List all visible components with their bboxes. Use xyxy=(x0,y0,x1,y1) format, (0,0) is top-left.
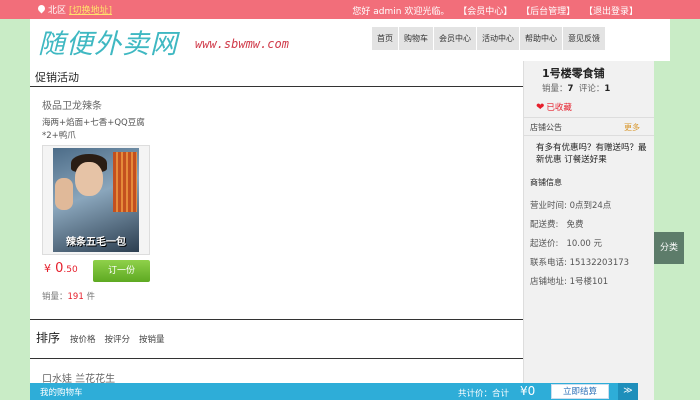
main-content: 促销活动 极品卫龙辣条 海两+焰面+七香+QQ豆腐*2+鸭爪 辣条五毛一包 ¥ … xyxy=(30,61,523,400)
promo-item-name[interactable]: 极品卫龙辣条 xyxy=(42,97,102,112)
info-min-order: 起送价: 10.00 元 xyxy=(530,237,602,249)
info-value: 0点到24点 xyxy=(569,201,612,211)
info-label: 配送费: xyxy=(530,220,559,230)
main-nav: 首页 购物车 会员中心 活动中心 帮助中心 意见反馈 xyxy=(372,27,605,50)
member-center-link[interactable]: 【会员中心】 xyxy=(458,7,512,17)
nav-home[interactable]: 首页 xyxy=(372,27,398,50)
sort-by-sales[interactable]: 按销量 xyxy=(139,333,165,345)
promo-item-image[interactable]: 辣条五毛一包 xyxy=(42,145,150,255)
nav-cart[interactable]: 购物车 xyxy=(398,27,433,50)
location-pin-icon xyxy=(38,5,45,14)
sort-by-price[interactable]: 按价格 xyxy=(70,333,96,345)
info-label: 联系电话: xyxy=(530,258,567,268)
info-delivery-fee: 配送费: 免费 xyxy=(530,218,584,230)
nav-member-center[interactable]: 会员中心 xyxy=(433,27,476,50)
photo-hand xyxy=(55,178,73,210)
current-location: 北区 xyxy=(48,6,67,16)
divider xyxy=(30,319,523,320)
top-bar: 北区 [切换地址] 您好 admin 欢迎光临。 【会员中心】 【后台管理】 【… xyxy=(0,0,700,19)
expand-cart-icon[interactable]: ≫ xyxy=(618,383,638,400)
nav-feedback[interactable]: 意见反馈 xyxy=(562,27,605,50)
shop-sales-label: 销量： xyxy=(542,84,568,94)
section-title: 促销活动 xyxy=(35,71,79,84)
cart-bar: 我的购物车 共计价：合计 ¥0 立即结算 ≫ xyxy=(30,383,638,400)
currency-symbol: ¥ xyxy=(44,262,51,275)
notice-label: 店铺公告 xyxy=(530,123,562,132)
sales-count: 191 xyxy=(67,292,84,302)
info-label: 营业时间: xyxy=(530,201,567,211)
photo-face xyxy=(75,162,103,196)
info-value: 免费 xyxy=(566,220,584,230)
logout-link[interactable]: 【退出登录】 xyxy=(584,7,638,17)
cart-total: ¥0 xyxy=(520,384,536,398)
location-area: 北区 [切换地址] xyxy=(38,3,112,16)
nav-activity-center[interactable]: 活动中心 xyxy=(476,27,519,50)
info-value: 1号楼101 xyxy=(569,277,609,287)
info-label: 起送价: xyxy=(530,239,559,249)
promo-item-desc: 海两+焰面+七香+QQ豆腐*2+鸭爪 xyxy=(42,118,145,141)
sort-label: 排序 xyxy=(36,331,61,345)
cart-total-label: 共计价：合计 xyxy=(458,389,510,399)
info-value: 10.00 元 xyxy=(566,239,603,249)
info-phone: 联系电话: 15132203173 xyxy=(530,256,629,268)
sales-label: 销量： xyxy=(42,292,68,302)
divider xyxy=(524,117,654,118)
shop-sidebar: 1号楼零食铺 销量：7 评论：1 ❤ 已收藏 店铺公告 更多 有多有优惠吗？有赠… xyxy=(523,61,654,400)
divider xyxy=(524,135,654,136)
product-photo: 辣条五毛一包 xyxy=(53,148,139,252)
heart-icon: ❤ xyxy=(536,101,545,113)
promo-sales: 销量：191 件 xyxy=(42,290,95,302)
favorite-button[interactable]: ❤ 已收藏 xyxy=(536,101,572,114)
header: 随便外卖网 www.sbwmw.com 首页 购物车 会员中心 活动中心 帮助中… xyxy=(30,19,670,61)
info-hours: 营业时间: 0点到24点 xyxy=(530,199,611,211)
shop-stats: 销量：7 评论：1 xyxy=(542,82,610,94)
price-decimal: .50 xyxy=(63,265,78,275)
divider xyxy=(30,86,523,87)
promo-price: ¥ 0.50 xyxy=(44,261,78,276)
order-one-button[interactable]: 订一份 xyxy=(93,260,150,282)
sort-bar: 排序 按价格 按评分 按销量 xyxy=(36,329,174,346)
favorite-label: 已收藏 xyxy=(546,103,572,113)
nav-help-center[interactable]: 帮助中心 xyxy=(519,27,562,50)
divider xyxy=(30,358,523,359)
site-domain: www.sbwmw.com xyxy=(195,37,289,51)
shop-info-title: 商铺信息 xyxy=(530,178,562,187)
shop-sales: 7 xyxy=(567,84,574,94)
site-logo[interactable]: 随便外卖网 xyxy=(38,22,178,61)
info-label: 店铺地址: xyxy=(530,277,567,287)
notice-text: 有多有优惠吗？有赠送吗？最新优惠 订餐送好果 xyxy=(536,143,647,165)
photo-snack xyxy=(113,152,137,212)
notice-more-link[interactable]: 更多 xyxy=(624,122,640,133)
checkout-button[interactable]: 立即结算 xyxy=(551,384,609,399)
sales-unit: 件 xyxy=(86,292,95,302)
cart-title[interactable]: 我的购物车 xyxy=(40,386,83,398)
user-links: 您好 admin 欢迎光临。 【会员中心】 【后台管理】 【退出登录】 xyxy=(352,4,638,17)
shop-reviews-label: 评论： xyxy=(578,84,605,94)
greeting-text: 您好 admin 欢迎光临。 xyxy=(352,7,450,17)
photo-caption: 辣条五毛一包 xyxy=(66,237,126,248)
shop-reviews: 1 xyxy=(604,84,611,94)
sort-by-rating[interactable]: 按评分 xyxy=(105,333,131,345)
category-tab[interactable]: 分类 xyxy=(654,232,684,264)
admin-link[interactable]: 【后台管理】 xyxy=(521,7,575,17)
info-value: 15132203173 xyxy=(569,258,630,268)
info-address: 店铺地址: 1号楼101 xyxy=(530,275,608,287)
switch-address-link[interactable]: [切换地址] xyxy=(69,3,112,16)
shop-name: 1号楼零食铺 xyxy=(542,67,605,80)
